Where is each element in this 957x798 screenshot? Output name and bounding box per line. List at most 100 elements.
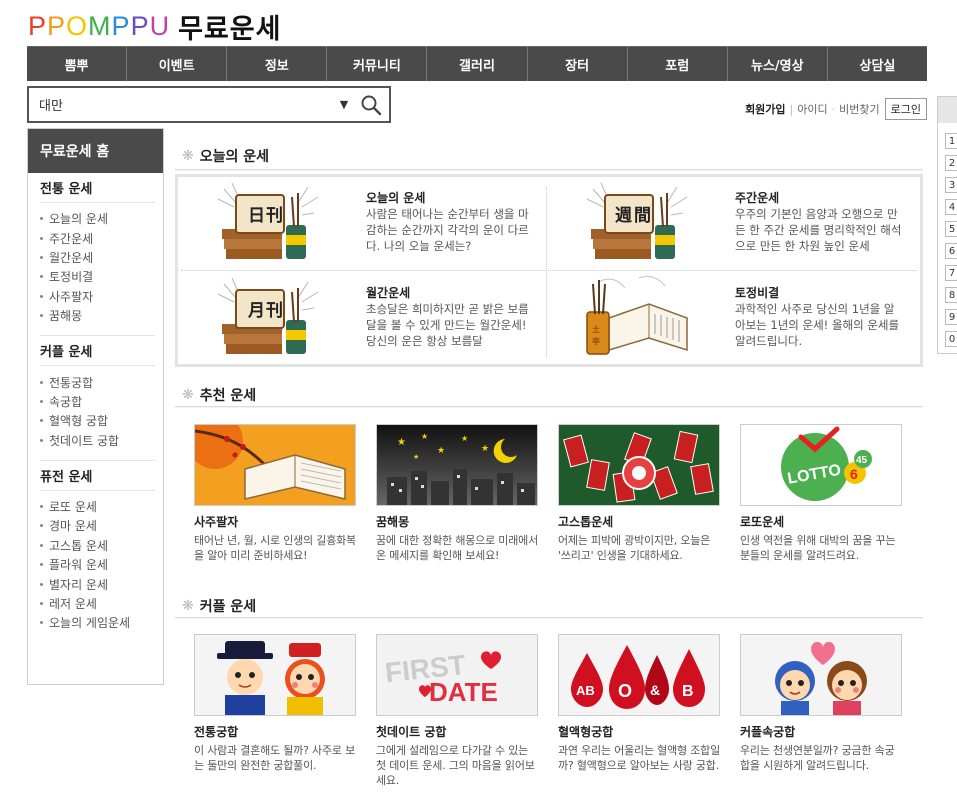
sidebar-item-traditional-match[interactable]: 전통궁합 — [40, 372, 155, 391]
card-title[interactable]: 커플속궁합 — [740, 723, 902, 740]
card-thumbnail[interactable] — [194, 634, 356, 716]
sidebar-item-dream[interactable]: 꿈해몽 — [40, 306, 155, 325]
card-title[interactable]: 첫데이트 궁합 — [376, 723, 538, 740]
svg-text:★: ★ — [437, 446, 445, 456]
card-first-date-match[interactable]: FIRST DATE 첫데이트 궁합 그에게 설레임으로 다가갈 수 있는 첫 … — [376, 634, 538, 788]
nav-item-market[interactable]: 장터 — [528, 47, 628, 81]
card-lotto[interactable]: LOTTO 6 45 로또운세 인생 역전을 위해 대박의 꿈을 꾸는 분들의 … — [740, 424, 902, 563]
quick-number[interactable]: 6 — [945, 243, 957, 259]
card-gostop[interactable]: 고스톱운세 어제는 피박에 광박이지만, 오늘은 '쓰리고' 인생을 기대하세요… — [558, 424, 720, 563]
card-couple-inner-match[interactable]: 커플속궁합 우리는 천생연분일까? 궁금한 속궁합을 시원하게 알려드립니다. — [740, 634, 902, 773]
search-input[interactable] — [29, 88, 335, 121]
card-thumbnail[interactable] — [194, 424, 356, 506]
quick-number[interactable]: 9 — [945, 309, 957, 325]
card-desc: 우리는 천생연분일까? 궁금한 속궁합을 시원하게 알려드립니다. — [740, 744, 895, 772]
find-id-link[interactable]: 아이디 — [797, 101, 827, 117]
card-thumbnail[interactable] — [558, 424, 720, 506]
login-button[interactable]: 로그인 — [884, 98, 927, 120]
nav-item-event[interactable]: 이벤트 — [127, 47, 228, 81]
card-title[interactable]: 전통궁합 — [194, 723, 356, 740]
card-thumbnail[interactable]: AB O & B — [558, 634, 720, 716]
sidebar-item-tojeong[interactable]: 토정비결 — [40, 267, 155, 286]
find-password-link[interactable]: 비번찾기 — [839, 101, 879, 117]
sidebar-item-blood-match[interactable]: 혈액형 궁합 — [40, 411, 155, 430]
nav-item-ppomppu[interactable]: 뽐뿌 — [27, 47, 128, 81]
sidebar-item-gostop[interactable]: 고스톱 운세 — [40, 536, 155, 555]
fortune-title[interactable]: 월간운세 — [366, 284, 410, 301]
book-char: 日 — [248, 206, 265, 226]
sidebar-item-today[interactable]: 오늘의 운세 — [40, 209, 155, 228]
card-title[interactable]: 고스톱운세 — [558, 513, 720, 530]
nav-item-gallery[interactable]: 갤러리 — [427, 47, 528, 81]
quick-number[interactable]: 2 — [945, 155, 957, 171]
quick-number[interactable]: 3 — [945, 177, 957, 193]
card-thumbnail[interactable]: FIRST DATE — [376, 634, 538, 716]
search-dropdown-icon[interactable]: ▼ — [335, 98, 353, 111]
brand-letter: P — [28, 10, 48, 41]
sidebar-item-flower[interactable]: 플라워 운세 — [40, 555, 155, 574]
card-desc: 태어난 년, 월, 시로 인생의 길흉화복을 알아 미리 준비하세요! — [194, 534, 356, 562]
fortune-title[interactable]: 토정비결 — [735, 284, 779, 301]
sidebar-group-couple: 커플 운세 전통궁합 속궁합 혈액형 궁합 첫데이트 궁합 — [28, 336, 163, 450]
blood-type-label: AB — [576, 683, 595, 698]
sidebar-item-horse[interactable]: 경마 운세 — [40, 516, 155, 535]
sidebar-item-game[interactable]: 오늘의 게임운세 — [40, 613, 155, 632]
daily-book-icon: 日 刊 — [217, 182, 319, 259]
lotto-sub-number: 45 — [856, 455, 868, 466]
search-icon[interactable] — [353, 88, 389, 121]
fortune-title[interactable]: 주간운세 — [735, 189, 779, 206]
brand-letter: U — [149, 10, 171, 41]
card-traditional-match[interactable]: 전통궁합 이 사람과 결혼해도 될까? 사주로 보는 둘만의 완전한 궁합풀이. — [194, 634, 356, 773]
quick-number[interactable]: 4 — [945, 199, 957, 215]
nav-item-info[interactable]: 정보 — [227, 47, 328, 81]
sidebar-item-lotto[interactable]: 로또 운세 — [40, 497, 155, 516]
site-logo[interactable]: PPOMPPU 무료운세 — [28, 8, 282, 45]
signup-link[interactable]: 회원가입 — [745, 101, 785, 117]
sidebar-item-first-date-match[interactable]: 첫데이트 궁합 — [40, 431, 155, 450]
quick-number[interactable]: 7 — [945, 265, 957, 281]
quick-number[interactable]: 8 — [945, 287, 957, 303]
card-title[interactable]: 혈액형궁합 — [558, 723, 720, 740]
fortune-item-weekly[interactable]: 週 間 주간운세 우주의 기본인 음양과 오행으로 만든 한 주간 운세를 명리… — [547, 177, 915, 269]
card-saju[interactable]: 사주팔자 태어난 년, 월, 시로 인생의 길흉화복을 알아 미리 준비하세요! — [194, 424, 356, 563]
sidebar-item-weekly[interactable]: 주간운세 — [40, 228, 155, 247]
sidebar-home-link[interactable]: 무료운세 홈 — [28, 129, 163, 173]
blood-type-label: O — [618, 681, 632, 701]
book-char: 刊 — [266, 301, 283, 321]
card-thumbnail[interactable] — [740, 634, 902, 716]
card-blood-match[interactable]: AB O & B 혈액형궁합 과연 우리는 어울리는 혈액형 조합일까? 혈액형… — [558, 634, 720, 773]
card-title[interactable]: 사주팔자 — [194, 513, 356, 530]
section-title-couple: ❋ 커플 운세 — [182, 596, 256, 616]
section-title-today: ❋ 오늘의 운세 — [182, 146, 269, 166]
box-divider — [181, 270, 917, 271]
sidebar-item-zodiac[interactable]: 별자리 운세 — [40, 574, 155, 593]
sidebar-item-saju[interactable]: 사주팔자 — [40, 287, 155, 306]
flower-bullet-icon: ❋ — [182, 387, 194, 403]
nav-item-community[interactable]: 커뮤니티 — [327, 47, 428, 81]
quick-number[interactable]: 0 — [945, 331, 957, 347]
sidebar-item-monthly[interactable]: 월간운세 — [40, 248, 155, 267]
quick-number[interactable]: 1 — [945, 133, 957, 149]
lotto-number: 6 — [850, 466, 858, 482]
card-thumbnail[interactable]: LOTTO 6 45 — [740, 424, 902, 506]
card-dream[interactable]: ★ ★ ★ ★ ★ ★ 꿈해몽 꿈에 대한 정확한 해몽으로 미래에서 온 메세지를 확인… — [376, 424, 538, 563]
fortune-item-today[interactable]: 日 刊 오늘의 운세 사람은 태어나는 순간부터 생을 마감하는 순간까지 각각… — [178, 177, 546, 269]
nav-item-forum[interactable]: 포럼 — [628, 47, 728, 81]
fortune-title[interactable]: 오늘의 운세 — [366, 189, 425, 206]
sidebar-item-leisure[interactable]: 레저 운세 — [40, 594, 155, 613]
fortune-item-monthly[interactable]: 月 刊 월간운세 초승달은 희미하지만 곧 밝은 보름달을 볼 수 있게 만드는… — [178, 272, 546, 364]
svg-text:★: ★ — [481, 444, 489, 454]
nav-item-consult[interactable]: 상담실 — [828, 47, 927, 81]
quick-number[interactable]: 5 — [945, 221, 957, 237]
card-title[interactable]: 로또운세 — [740, 513, 902, 530]
flower-bullet-icon: ❋ — [182, 148, 194, 164]
brand-letter: O — [66, 10, 89, 41]
card-desc: 어제는 피박에 광박이지만, 오늘은 '쓰리고' 인생을 기대하세요. — [558, 534, 711, 562]
card-title[interactable]: 꿈해몽 — [376, 513, 538, 530]
fortune-item-tojeong[interactable]: 土 亭 토정비결 과학적인 사주로 당신의 1년을 알아보는 1년의 운세! 올… — [547, 272, 915, 364]
card-thumbnail[interactable]: ★ ★ ★ ★ ★ ★ — [376, 424, 538, 506]
main-navigation: 뽐뿌 이벤트 정보 커뮤니티 갤러리 장터 포럼 뉴스/영상 상담실 — [27, 46, 927, 81]
page-title: 무료운세 — [178, 13, 282, 45]
sidebar-item-inner-match[interactable]: 속궁합 — [40, 392, 155, 411]
nav-item-news[interactable]: 뉴스/영상 — [728, 47, 828, 81]
